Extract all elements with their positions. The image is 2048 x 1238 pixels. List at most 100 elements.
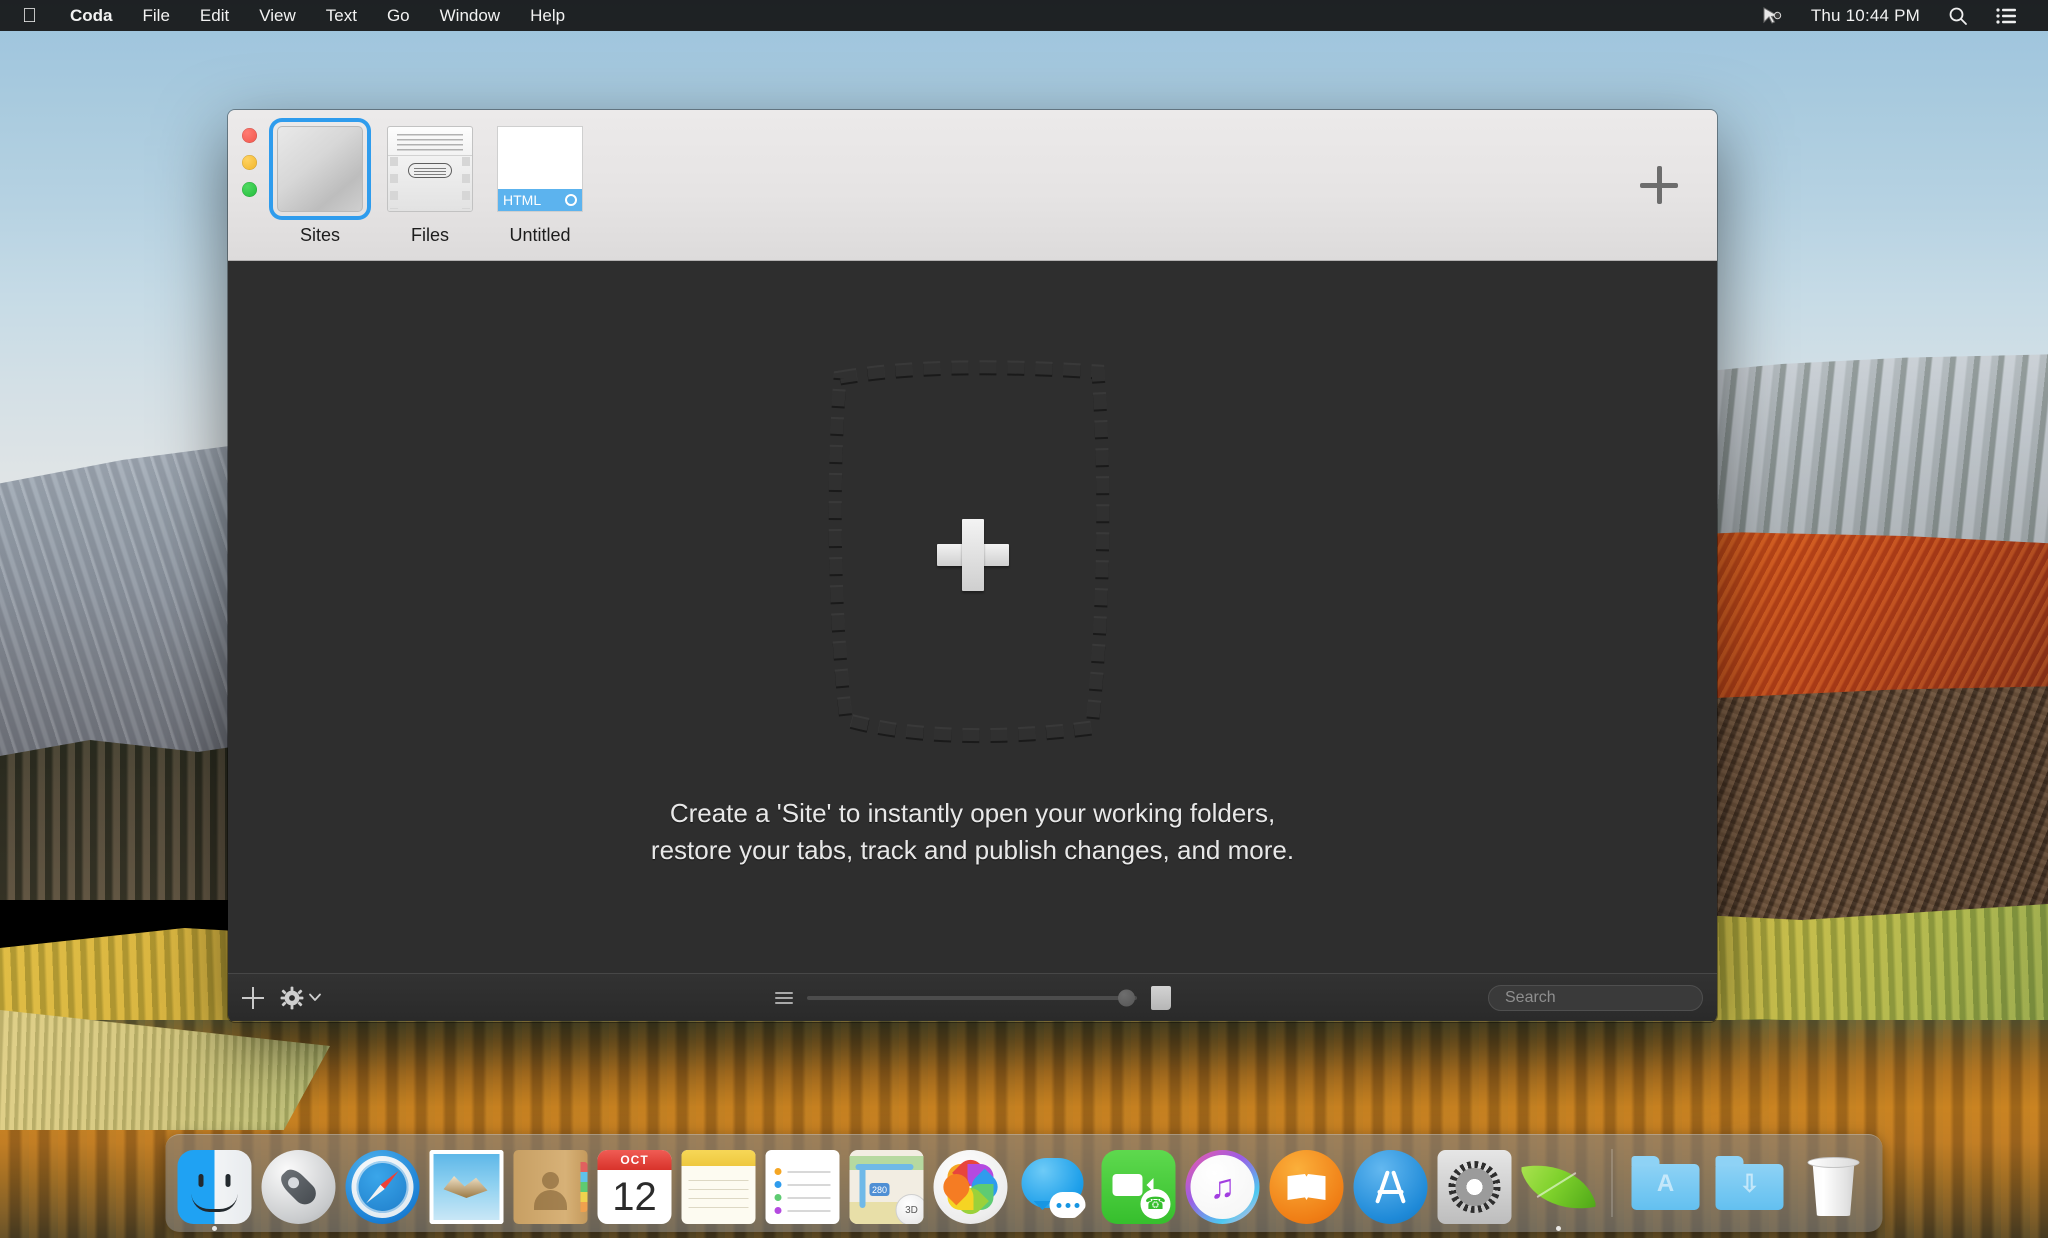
tab-label-untitled: Untitled — [509, 225, 570, 246]
bottom-bar-view-controls — [775, 986, 1171, 1010]
apple-logo-icon[interactable]:  — [0, 0, 55, 31]
coda-leaf-icon — [1522, 1150, 1596, 1224]
dock-item-finder[interactable] — [176, 1146, 254, 1224]
menu-item-file[interactable]: File — [128, 0, 185, 31]
sites-thumbnail-icon — [277, 126, 363, 212]
dock-item-photos[interactable] — [932, 1146, 1010, 1224]
promo-line-1: Create a 'Site' to instantly open your w… — [651, 795, 1294, 832]
menu-item-text[interactable]: Text — [311, 0, 372, 31]
dock-item-coda[interactable] — [1520, 1146, 1598, 1224]
thumbnail-sprockets-left — [390, 157, 398, 209]
create-site-promo-text: Create a 'Site' to instantly open your w… — [651, 795, 1294, 869]
thumbnail-text-lines — [397, 134, 463, 152]
notification-center-icon[interactable] — [1982, 0, 2032, 31]
dock-stack-applications[interactable]: A — [1627, 1146, 1705, 1224]
dock-item-reminders[interactable] — [764, 1146, 842, 1224]
plus-icon[interactable] — [937, 519, 1009, 591]
dock-stack-downloads[interactable]: ⇩ — [1711, 1146, 1789, 1224]
messages-icon — [1018, 1150, 1092, 1224]
finder-icon — [178, 1150, 252, 1224]
dock-item-mail[interactable] — [428, 1146, 506, 1224]
tab-thumbnail-untitled: HTML — [493, 122, 587, 216]
promo-line-2: restore your tabs, track and publish cha… — [651, 832, 1294, 869]
zoom-window-button[interactable] — [242, 182, 257, 197]
menu-item-help[interactable]: Help — [515, 0, 580, 31]
dock-item-maps[interactable]: 280 3D — [848, 1146, 926, 1224]
slider-knob[interactable] — [1118, 989, 1135, 1006]
dock-item-safari[interactable] — [344, 1146, 422, 1224]
tab-thumbnail-files — [383, 122, 477, 216]
close-window-button[interactable] — [242, 128, 257, 143]
trash-icon — [1797, 1150, 1871, 1224]
photos-icon — [934, 1150, 1008, 1224]
chevron-down-icon — [309, 993, 321, 1002]
running-indicator — [212, 1226, 217, 1231]
create-site-dropzone[interactable] — [830, 365, 1116, 745]
running-indicator — [1556, 1226, 1561, 1231]
search-field[interactable] — [1488, 985, 1703, 1011]
spotlight-search-icon[interactable] — [1934, 0, 1982, 31]
dock-separator — [1612, 1149, 1613, 1217]
system-preferences-icon — [1438, 1150, 1512, 1224]
tab-sites[interactable]: Sites — [272, 122, 368, 246]
menu-item-edit[interactable]: Edit — [185, 0, 244, 31]
dock-item-contacts[interactable] — [512, 1146, 590, 1224]
dock-item-launchpad[interactable] — [260, 1146, 338, 1224]
dock-item-facetime[interactable]: ☎ — [1100, 1146, 1178, 1224]
downloads-folder-icon: ⇩ — [1713, 1150, 1787, 1224]
dock-item-app-store[interactable] — [1352, 1146, 1430, 1224]
search-input[interactable] — [1505, 989, 1712, 1007]
add-site-button[interactable] — [242, 987, 264, 1009]
tab-label-files: Files — [411, 225, 449, 246]
menu-bar:  Coda File Edit View Text Go Window Hel… — [0, 0, 2048, 31]
files-thumbnail-icon — [387, 126, 473, 212]
actions-menu-button[interactable] — [280, 986, 321, 1010]
map-3d-toggle-icon: 3D — [896, 1194, 924, 1224]
reminders-icon — [766, 1150, 840, 1224]
menu-bar-app-menus:  Coda File Edit View Text Go Window Hel… — [0, 0, 580, 31]
coda-window[interactable]: Sites Files — [228, 110, 1717, 1022]
dock-item-ibooks[interactable] — [1268, 1146, 1346, 1224]
applications-folder-icon: A — [1629, 1150, 1703, 1224]
dock-item-system-preferences[interactable] — [1436, 1146, 1514, 1224]
thumbnail-size-slider[interactable] — [807, 989, 1137, 1007]
app-store-icon — [1354, 1150, 1428, 1224]
tab-untitled[interactable]: HTML Untitled — [492, 122, 588, 246]
airplay-cursor-icon[interactable] — [1747, 0, 1797, 31]
dock-item-itunes[interactable]: ♫ — [1184, 1146, 1262, 1224]
dock-item-trash[interactable] — [1795, 1146, 1873, 1224]
thumbnail-sprockets-right — [462, 157, 470, 209]
calendar-icon: OCT 12 — [598, 1150, 672, 1224]
maps-icon: 280 3D — [850, 1150, 924, 1224]
menu-item-window[interactable]: Window — [425, 0, 515, 31]
menu-bar-status-items: Thu 10:44 PM — [1747, 0, 2048, 31]
itunes-icon: ♫ — [1186, 1150, 1260, 1224]
menu-item-coda[interactable]: Coda — [55, 0, 128, 31]
window-content-area: Create a 'Site' to instantly open your w… — [228, 261, 1717, 973]
notes-icon — [682, 1150, 756, 1224]
launchpad-icon — [262, 1150, 336, 1224]
menu-item-go[interactable]: Go — [372, 0, 425, 31]
document-thumbnail-icon: HTML — [497, 126, 583, 212]
bottom-bar-left-controls — [228, 986, 321, 1010]
bottom-bar-right-controls — [1488, 985, 1717, 1011]
tab-files[interactable]: Files — [382, 122, 478, 246]
window-tab-bar: Sites Files — [228, 110, 1717, 261]
add-tab-button[interactable] — [1633, 159, 1685, 211]
menu-item-view[interactable]: View — [244, 0, 311, 31]
list-view-icon[interactable] — [775, 992, 793, 1004]
ibooks-icon — [1270, 1150, 1344, 1224]
page-view-icon[interactable] — [1151, 986, 1171, 1010]
dock-item-messages[interactable] — [1016, 1146, 1094, 1224]
mail-icon — [430, 1150, 504, 1224]
slider-track — [807, 996, 1137, 1000]
dock-item-notes[interactable] — [680, 1146, 758, 1224]
tab-thumbnail-sites — [273, 122, 367, 216]
dock-item-calendar[interactable]: OCT 12 — [596, 1146, 674, 1224]
highway-shield-label: 280 — [870, 1183, 890, 1196]
minimize-window-button[interactable] — [242, 155, 257, 170]
tab-label-sites: Sites — [300, 225, 340, 246]
menu-bar-clock[interactable]: Thu 10:44 PM — [1797, 0, 1934, 31]
safari-icon — [346, 1150, 420, 1224]
tab-strip: Sites Files — [272, 122, 588, 246]
